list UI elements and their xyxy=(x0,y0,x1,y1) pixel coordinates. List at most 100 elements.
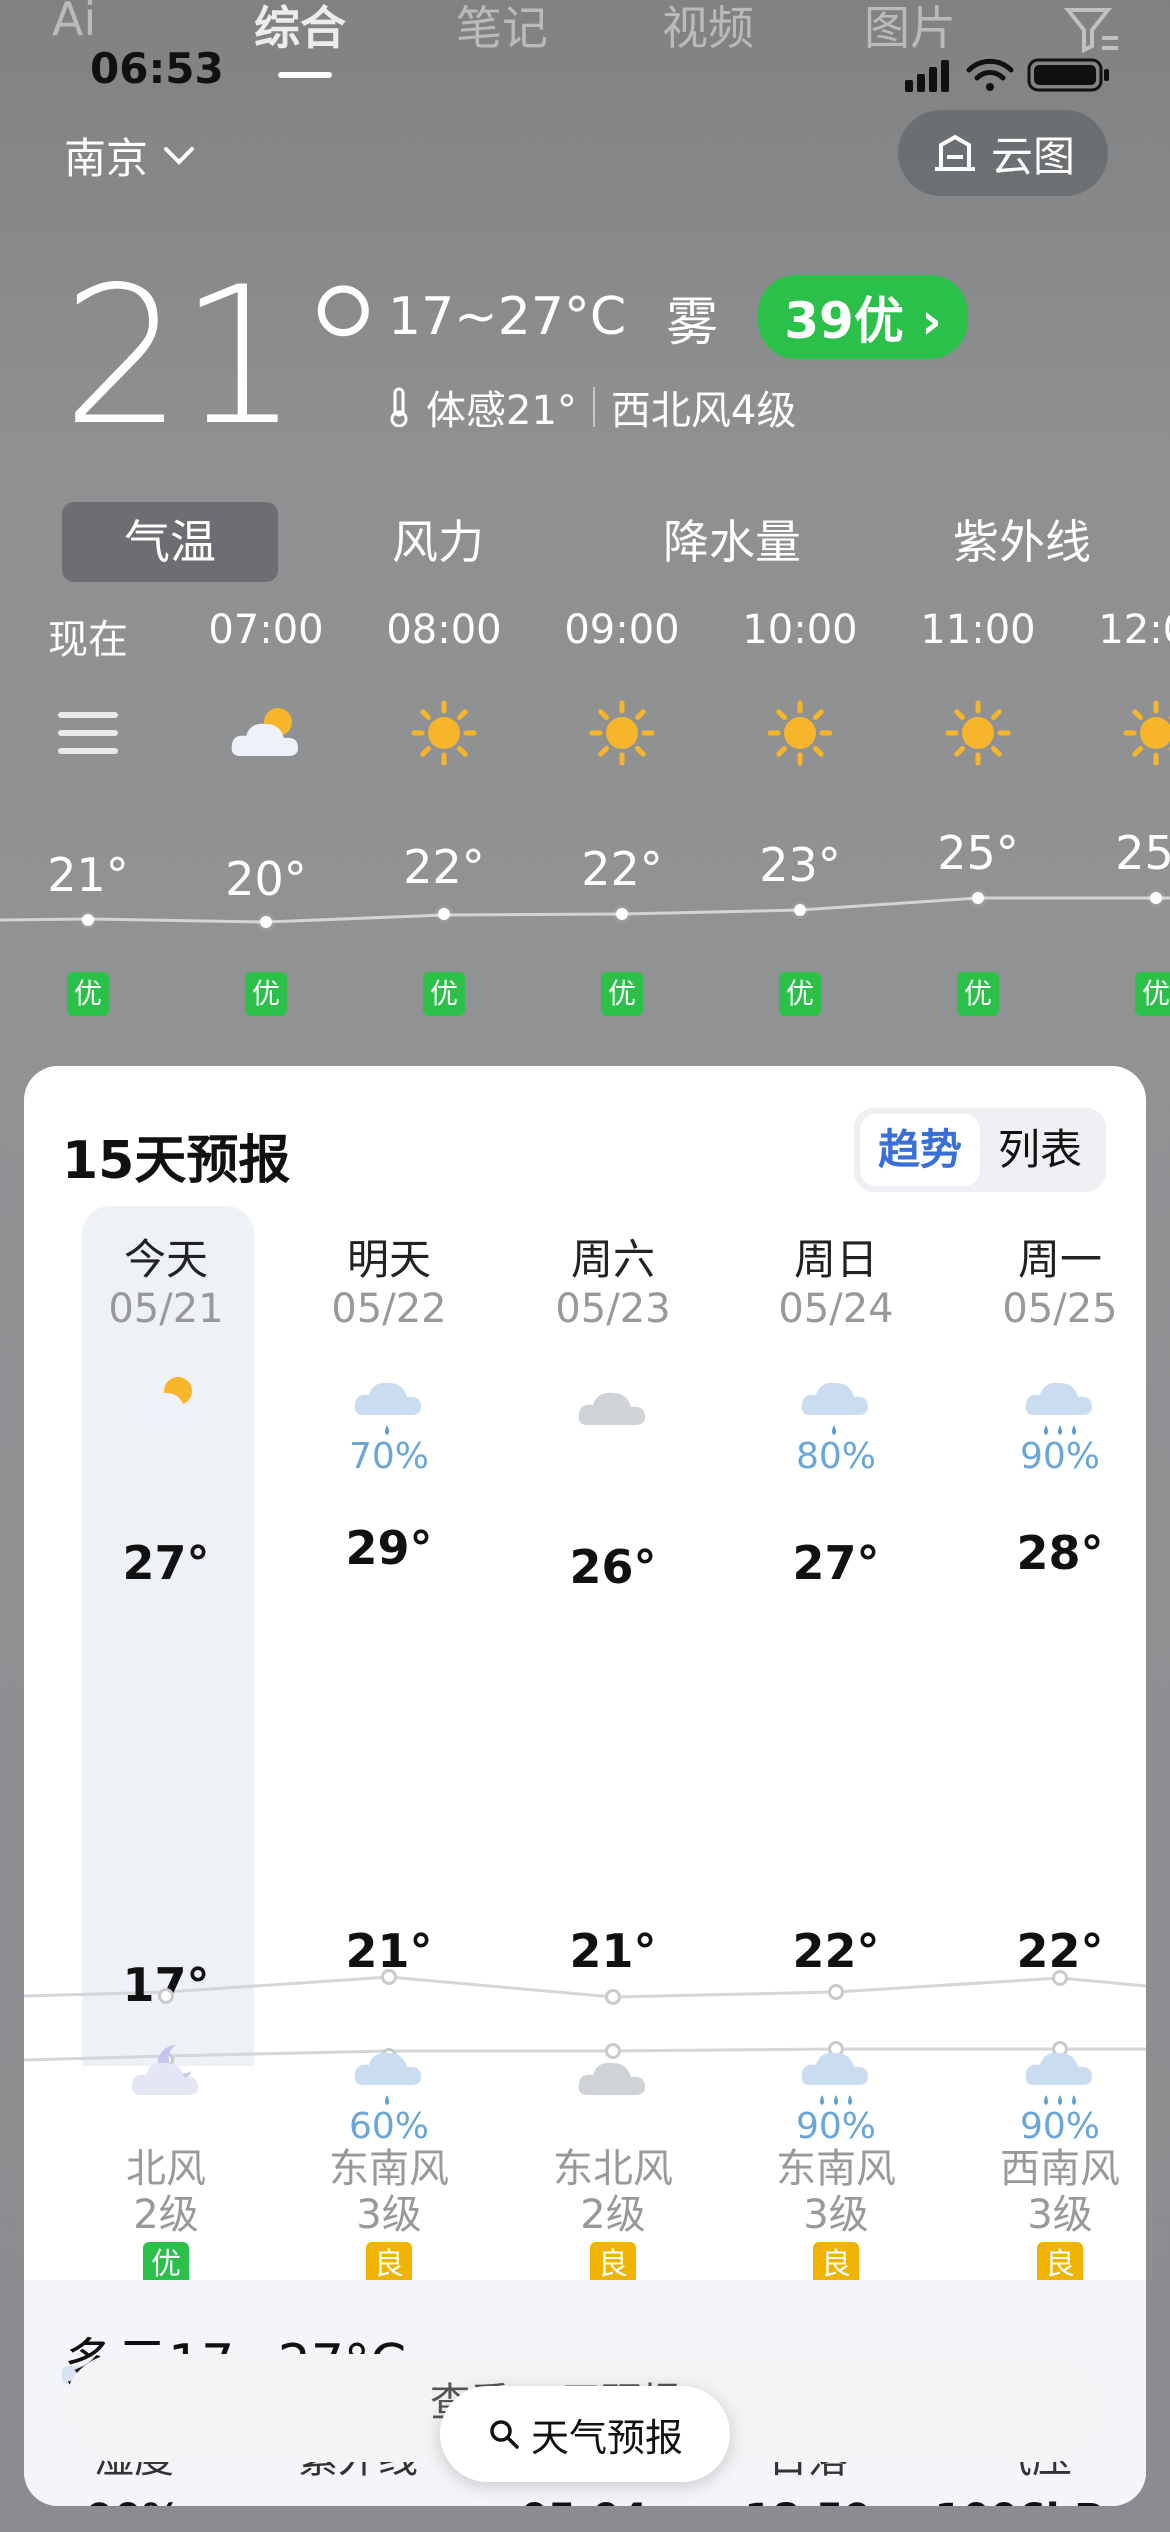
filter-icon[interactable] xyxy=(1062,4,1122,54)
wind: 西北风4级 xyxy=(610,388,797,434)
rain-icon xyxy=(349,1366,429,1438)
menu-icon xyxy=(48,698,128,768)
cloud-map-icon xyxy=(934,134,975,171)
hour-label: 08:00 xyxy=(386,607,502,653)
day-date: 05/23 xyxy=(555,1286,671,1332)
hour-label: 12:00 xyxy=(1098,607,1170,653)
sun-icon xyxy=(582,698,662,768)
feels-row: 体感21° 西北风4级 xyxy=(388,378,796,436)
stat-value: 90% xyxy=(24,2496,244,2506)
hour-label: 10:00 xyxy=(742,607,858,653)
high-temp: 26° xyxy=(569,1540,657,1594)
heavy-rain-icon xyxy=(1020,2036,1100,2108)
sun-icon xyxy=(938,698,1018,768)
stat-value: 1006hPa xyxy=(922,2496,1142,2506)
condition: 雾 xyxy=(666,292,719,353)
day-date: 05/24 xyxy=(778,1286,894,1332)
wind-direction: 东南风 xyxy=(776,2146,896,2192)
hour-temp: 25° xyxy=(1115,826,1170,880)
aqi-badge[interactable]: 39优 › xyxy=(758,275,968,359)
high-temp-point xyxy=(158,1988,174,2004)
forecast-card: 15天预报 趋势 列表 今天 05/21 27° 17° 北风 2级优明天 05/22 70%… xyxy=(24,1066,1146,2506)
hour-aqi-badge: 优 xyxy=(779,972,821,1016)
day-date: 05/25 xyxy=(1002,1286,1118,1332)
night-precip: 60% xyxy=(348,2106,429,2147)
tab-video[interactable]: 视频 xyxy=(662,0,754,58)
hour-label: 09:00 xyxy=(564,607,680,653)
tab-precipitation[interactable]: 降水量 xyxy=(622,502,842,582)
high-temp-point xyxy=(605,1989,621,2005)
high-temp: 29° xyxy=(345,1521,433,1575)
wind-direction: 西南风 xyxy=(1000,2146,1120,2192)
low-temp: 22° xyxy=(1016,1924,1104,1978)
status-icons xyxy=(905,58,1109,92)
cloud-map-button[interactable]: 云图 xyxy=(898,110,1108,196)
current-temperature: 21° xyxy=(62,246,391,467)
search-icon xyxy=(490,2420,519,2449)
hourly-temp-line xyxy=(0,896,1170,924)
night-precip: 90% xyxy=(795,2106,876,2147)
high-temp: 27° xyxy=(792,1536,880,1590)
wind-direction: 东南风 xyxy=(329,2146,449,2192)
hour-aqi-badge: 优 xyxy=(957,972,999,1016)
aqi-value: 39优 xyxy=(784,292,904,350)
day-name: 今天 xyxy=(123,1235,208,1284)
wind-level: 3级 xyxy=(803,2192,869,2238)
tab-wind[interactable]: 风力 xyxy=(352,502,524,582)
high-temp-point xyxy=(381,1969,397,1985)
tab-temperature[interactable]: 气温 xyxy=(62,502,278,582)
day-wind: 东北风 2级 xyxy=(513,2146,713,2238)
wind-direction: 东北风 xyxy=(553,2146,673,2192)
signal-icon xyxy=(905,60,949,92)
moon-cloud-icon xyxy=(126,2036,206,2108)
day-name: 周一 xyxy=(1017,1235,1102,1284)
temp-range: 17~27°C xyxy=(388,287,627,347)
status-time: 06:53 xyxy=(90,44,224,93)
tab-images[interactable]: 图片 xyxy=(864,0,956,58)
day-date: 05/22 xyxy=(331,1286,447,1332)
rain-icon xyxy=(796,1366,876,1438)
day-precip: 70% xyxy=(348,1436,429,1477)
hour-aqi-badge: 优 xyxy=(423,972,465,1016)
day-precip: 90% xyxy=(1019,1436,1100,1477)
low-temp: 22° xyxy=(792,1924,880,1978)
wind-level: 2级 xyxy=(133,2192,199,2238)
cloud-map-label: 云图 xyxy=(990,131,1075,181)
day-name: 周六 xyxy=(570,1235,655,1284)
high-temp-point xyxy=(828,1984,844,2000)
high-temp: 28° xyxy=(1016,1526,1104,1580)
day-wind: 东南风 3级 xyxy=(736,2146,936,2238)
hour-aqi-badge: 优 xyxy=(1135,972,1170,1016)
sun-icon xyxy=(404,698,484,768)
heavy-rain-icon xyxy=(796,2036,876,2108)
wind-direction: 北风 xyxy=(126,2146,206,2192)
weather-forecast-button[interactable]: 天气预报 xyxy=(440,2386,730,2482)
tab-notes[interactable]: 笔记 xyxy=(456,0,548,58)
thermometer-icon xyxy=(390,387,408,427)
chevron-down-icon xyxy=(164,146,195,165)
day-wind: 北风 2级 xyxy=(66,2146,266,2238)
feels-like: 体感21° xyxy=(426,388,577,434)
heavy-rain-icon xyxy=(1020,1366,1100,1438)
rain-icon xyxy=(349,2036,429,2108)
sun-icon xyxy=(1116,698,1170,768)
day-wind: 东南风 3级 xyxy=(289,2146,489,2238)
hour-label: 现在 xyxy=(48,617,128,663)
current-summary: 17~27°C 雾 39优 › xyxy=(388,275,968,359)
metric-tabs: 气温 风力 降水量 紫外线 xyxy=(62,502,1122,582)
hour-label: 11:00 xyxy=(920,607,1036,653)
day-name: 明天 xyxy=(346,1235,431,1284)
city-selector[interactable]: 南京 xyxy=(64,125,196,186)
wind-level: 3级 xyxy=(1027,2192,1093,2238)
hour-label: 07:00 xyxy=(208,607,324,653)
stat-value: 18:59 xyxy=(698,2496,918,2506)
tab-uv[interactable]: 紫外线 xyxy=(912,502,1132,582)
tab-comprehensive[interactable]: 综合 xyxy=(254,0,346,58)
hour-aqi-badge: 优 xyxy=(67,972,109,1016)
night-precip: 90% xyxy=(1019,2106,1100,2147)
day-date: 05/21 xyxy=(108,1286,224,1332)
weather-forecast-label: 天气预报 xyxy=(530,2415,683,2460)
wind-level: 2级 xyxy=(580,2192,646,2238)
high-temp: 27° xyxy=(122,1536,210,1590)
ai-tab[interactable]: Ai xyxy=(52,0,96,46)
